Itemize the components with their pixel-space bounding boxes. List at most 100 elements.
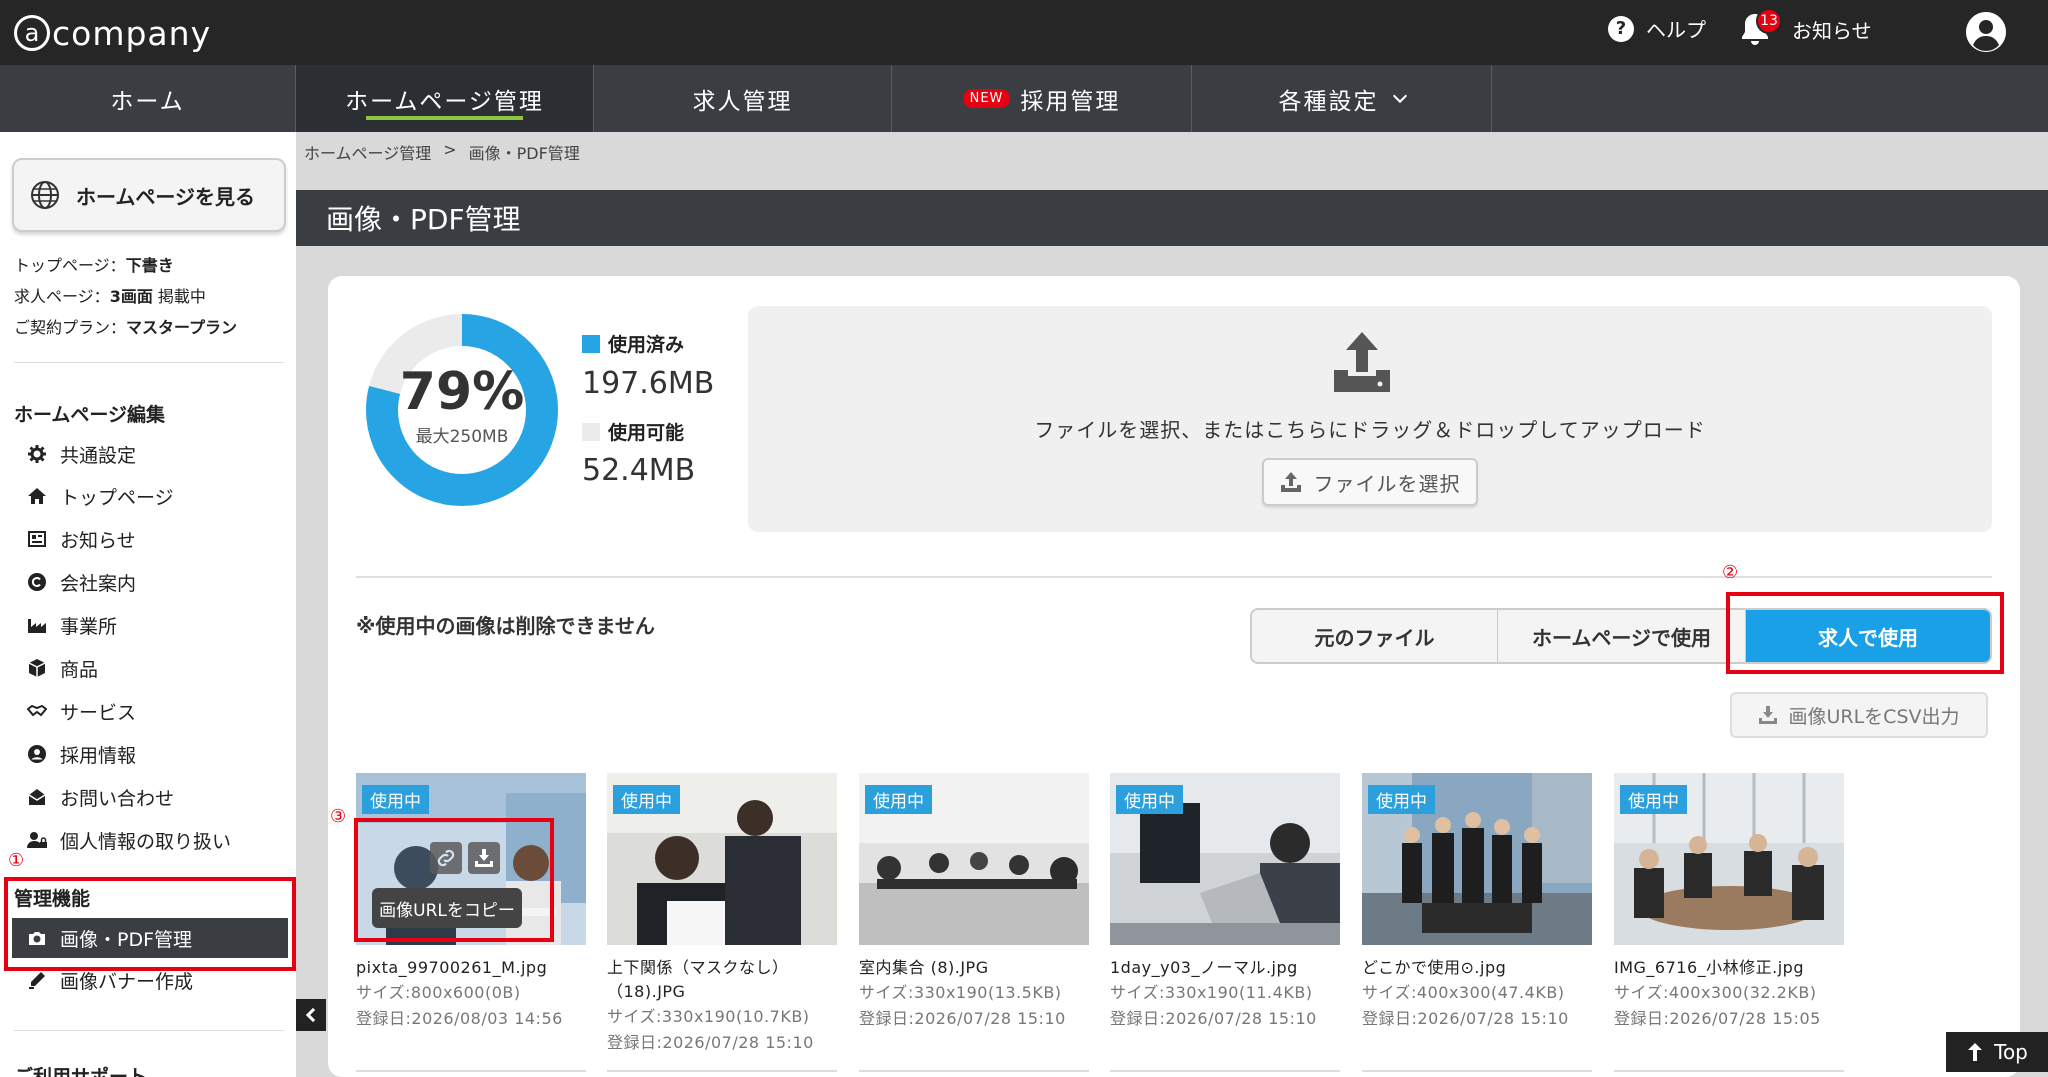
bell-icon: 13 — [1740, 8, 1782, 46]
sidebar-item-label: 共通設定 — [60, 444, 137, 467]
next-row-thumbnail — [1362, 1070, 1592, 1077]
at-sign-icon: a — [14, 15, 50, 51]
image-thumbnail[interactable]: 使用中 — [1362, 773, 1592, 945]
chevron-left-icon — [305, 1007, 321, 1023]
in-use-badge: 使用中 — [1620, 785, 1687, 814]
sidebar-item-company[interactable]: 会社案内 — [26, 562, 136, 602]
storage-percent: 79% — [399, 362, 525, 422]
sidebar-item-label: サービス — [60, 701, 137, 724]
image-size: サイズ:400x300(32.2KB) — [1614, 983, 1817, 1002]
sidebar-item-label: 事業所 — [60, 615, 118, 638]
nav-tab-recruitment[interactable]: NEW 採用管理 — [892, 65, 1192, 132]
image-size: サイズ:330x190(13.5KB) — [859, 983, 1062, 1002]
help-link[interactable]: ? ヘルプ — [1608, 14, 1706, 43]
sidebar-item-label: 採用情報 — [60, 744, 137, 767]
sidebar-item-contact[interactable]: お問い合わせ — [26, 777, 174, 817]
image-date: 登録日:2026/08/03 14:56 — [356, 1009, 563, 1028]
export-csv-label: 画像URLをCSV出力 — [1788, 705, 1960, 728]
info-label: ご契約プラン： — [14, 318, 127, 337]
main-nav: ホーム ホームページ管理 求人管理 NEW 採用管理 各種設定 — [0, 65, 2048, 132]
site-status-info: トップページ：下書き 求人ページ：3画面 掲載中 ご契約プラン：マスタープラン — [14, 250, 237, 343]
nav-tab-home[interactable]: ホーム — [0, 65, 296, 132]
nav-tab-label: ホームページ管理 — [345, 88, 544, 115]
view-homepage-button[interactable]: ホームページを見る — [12, 158, 286, 232]
top-page-status: トップページ：下書き — [14, 250, 237, 281]
next-row-thumbnail — [356, 1070, 586, 1077]
image-date: 登録日:2026/07/28 15:05 — [1614, 1009, 1821, 1028]
image-filename: 1day_y03_ノーマル.jpg — [1110, 958, 1298, 977]
breadcrumb-parent[interactable]: ホームページ管理 — [304, 140, 431, 164]
page-title-text: 画像・PDF管理 — [326, 203, 521, 236]
sidebar-item-recruit-info[interactable]: 採用情報 — [26, 734, 136, 774]
in-use-badge: 使用中 — [865, 785, 932, 814]
breadcrumb-separator: > — [443, 140, 457, 159]
choose-file-label: ファイルを選択 — [1313, 471, 1461, 496]
notifications-link[interactable]: 13 お知らせ — [1740, 8, 1872, 46]
image-date: 登録日:2026/07/28 15:10 — [1362, 1009, 1569, 1028]
image-size: サイズ:400x300(47.4KB) — [1362, 983, 1565, 1002]
download-icon — [1759, 706, 1778, 724]
top-header: a company ? ヘルプ 13 お知らせ — [0, 0, 2048, 65]
image-size: サイズ:800x600(0B) — [356, 983, 521, 1002]
nav-tab-settings[interactable]: 各種設定 — [1192, 65, 1492, 132]
legend-available-label: 使用可能 — [608, 422, 685, 444]
annotation-marker: ③ — [330, 806, 347, 827]
choose-file-button[interactable]: ファイルを選択 — [1262, 458, 1478, 506]
sidebar-item-products[interactable]: 商品 — [26, 648, 98, 688]
company-logo[interactable]: a company — [14, 10, 211, 56]
filter-original-files[interactable]: 元のファイル — [1252, 610, 1498, 662]
job-page-status: 求人ページ：3画面 掲載中 — [14, 281, 237, 312]
sidebar-item-common-settings[interactable]: 共通設定 — [26, 434, 136, 474]
nav-tab-label: ホーム — [110, 88, 185, 115]
globe-icon — [31, 181, 59, 209]
back-to-top-button[interactable]: Top — [1946, 1032, 2048, 1072]
sidebar-item-top-page[interactable]: トップページ — [26, 476, 174, 516]
breadcrumb-current: 画像・PDF管理 — [468, 144, 580, 163]
sidebar-item-privacy[interactable]: 個人情報の取り扱い — [26, 820, 231, 860]
sidebar-collapse-button[interactable] — [296, 999, 326, 1031]
support-heading: ご利用サポート — [14, 1066, 148, 1077]
image-meta: サイズ:330x190(10.7KB) 登録日:2026/07/28 15:10 — [607, 1004, 847, 1056]
nav-tab-homepage-management[interactable]: ホームページ管理 — [296, 65, 594, 132]
plan-status: ご契約プラン：マスタープラン — [14, 312, 237, 343]
sidebar-item-label: お問い合わせ — [60, 787, 175, 810]
image-thumbnail[interactable]: 使用中 — [607, 773, 837, 945]
breadcrumb: ホームページ管理 > 画像・PDF管理 — [304, 140, 580, 164]
image-thumbnail[interactable]: 使用中 — [1110, 773, 1340, 945]
annotation-highlight — [4, 877, 296, 971]
nav-tab-job-management[interactable]: 求人管理 — [594, 65, 892, 132]
divider — [14, 1030, 284, 1031]
export-csv-button[interactable]: 画像URLをCSV出力 — [1730, 692, 1988, 738]
user-avatar-icon[interactable] — [1966, 12, 2006, 52]
annotation-highlight — [1726, 592, 2004, 674]
info-value: 3画面 — [109, 287, 153, 306]
annotation-marker: ② — [1722, 562, 1739, 583]
image-thumbnail[interactable]: 使用中 — [1614, 773, 1844, 945]
sidebar-item-label: お知らせ — [60, 529, 136, 552]
sidebar-item-offices[interactable]: 事業所 — [26, 605, 117, 645]
user-lock-icon — [26, 829, 48, 851]
chevron-down-icon — [1392, 88, 1407, 103]
next-row-thumbnail — [1110, 1070, 1340, 1077]
info-label: 求人ページ： — [14, 287, 110, 306]
help-label: ヘルプ — [1646, 18, 1706, 42]
info-suffix: 掲載中 — [152, 287, 206, 306]
sidebar-item-label: 個人情報の取り扱い — [60, 830, 232, 853]
logo-text: company — [52, 13, 212, 53]
nav-tab-label: 採用管理 — [1020, 88, 1121, 115]
arrow-up-icon — [1968, 1043, 1983, 1061]
delete-warning: ※使用中の画像は削除できません — [356, 614, 655, 638]
info-value: マスタープラン — [126, 318, 238, 337]
page-title: 画像・PDF管理 — [296, 190, 2048, 246]
info-label: トップページ： — [14, 256, 126, 275]
next-row-thumbnail — [607, 1070, 837, 1077]
back-to-top-label: Top — [1994, 1040, 2028, 1064]
sidebar-item-services[interactable]: サービス — [26, 691, 136, 731]
home-icon — [26, 485, 48, 507]
homepage-edit-heading: ホームページ編集 — [14, 404, 166, 426]
image-meta: サイズ:330x190(13.5KB) 登録日:2026/07/28 15:10 — [859, 980, 1099, 1032]
sidebar-item-news[interactable]: お知らせ — [26, 519, 136, 559]
image-size: サイズ:330x190(10.7KB) — [607, 1007, 810, 1026]
image-thumbnail[interactable]: 使用中 — [859, 773, 1089, 945]
filter-used-on-homepage[interactable]: ホームページで使用 — [1498, 610, 1746, 662]
